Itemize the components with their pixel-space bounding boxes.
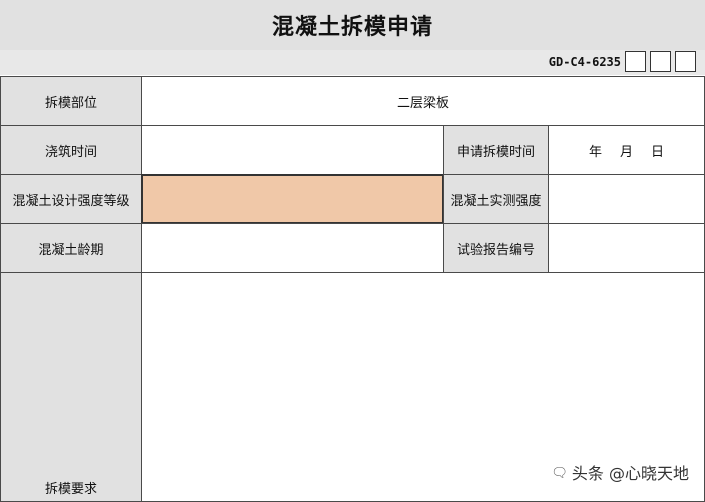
report-no-field[interactable] xyxy=(548,223,705,273)
age-field[interactable] xyxy=(141,223,444,273)
pour-time-field[interactable] xyxy=(141,125,444,175)
report-no-label: 试验报告编号 xyxy=(443,223,549,273)
part-label: 拆模部位 xyxy=(0,76,142,126)
design-strength-field[interactable] xyxy=(141,174,444,224)
watermark-text: 头条 @心晓天地 xyxy=(571,464,689,483)
apply-time-label: 申请拆模时间 xyxy=(443,125,549,175)
apply-time-field[interactable]: 年 月 日 xyxy=(548,125,705,175)
watermark: 🗨 头条 @心晓天地 xyxy=(551,463,689,485)
age-label: 混凝土龄期 xyxy=(0,223,142,273)
actual-strength-field[interactable] xyxy=(548,174,705,224)
apply-time-day: 日 xyxy=(651,144,665,160)
apply-time-year: 年 xyxy=(588,144,602,160)
code-checkbox-3[interactable] xyxy=(675,51,696,72)
part-value-field[interactable]: 二层梁板 xyxy=(141,76,705,126)
code-checkbox-1[interactable] xyxy=(625,51,646,72)
form-code: GD-C4-6235 xyxy=(548,55,621,69)
speech-bubble-icon: 🗨 xyxy=(551,466,568,481)
requirements-label: 拆模要求 xyxy=(0,272,142,502)
actual-strength-label: 混凝土实测强度 xyxy=(443,174,549,224)
pour-time-label: 浇筑时间 xyxy=(0,125,142,175)
design-strength-label: 混凝土设计强度等级 xyxy=(0,174,142,224)
apply-time-month: 月 xyxy=(619,144,633,160)
form-title: 混凝土拆模申请 xyxy=(0,0,705,50)
code-checkbox-2[interactable] xyxy=(650,51,671,72)
